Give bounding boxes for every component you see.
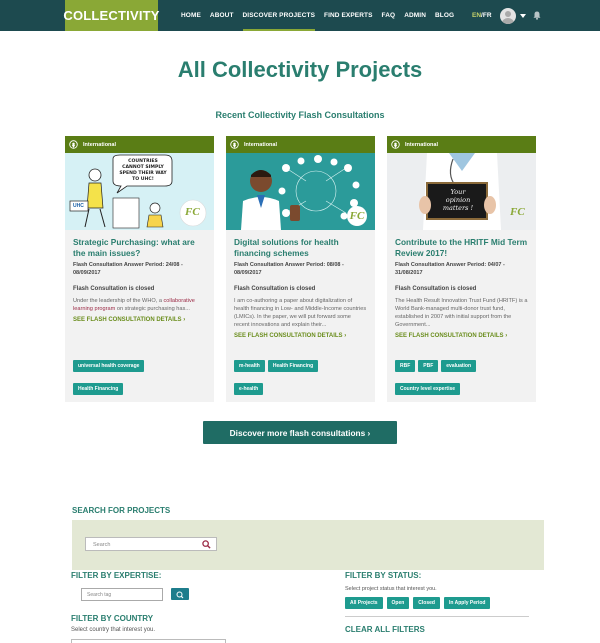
user-avatar[interactable] <box>500 8 516 24</box>
location-pin-icon <box>230 140 239 149</box>
tag-chip[interactable]: RBF <box>395 360 416 372</box>
card-title[interactable]: Strategic Purchasing: what are the main … <box>73 237 206 259</box>
status-filter-buttons: All Projects Open Closed In Apply Period <box>345 597 494 609</box>
location-pin-icon <box>69 140 78 149</box>
tag-search-button[interactable] <box>171 588 189 600</box>
card-status: Flash Consultation is closed <box>73 286 155 292</box>
card-title[interactable]: Contribute to the HRITF Mid Term Review … <box>395 237 528 259</box>
search-input[interactable]: Search <box>85 537 217 551</box>
card-title[interactable]: Digital solutions for health financing s… <box>234 237 367 259</box>
nav-admin[interactable]: ADMIN <box>404 0 426 31</box>
card-tags: m-health Health Financing e-health <box>234 354 369 400</box>
nav-faq[interactable]: FAQ <box>382 0 396 31</box>
status-all-projects-button[interactable]: All Projects <box>345 597 383 609</box>
language-switcher: EN/FR <box>472 12 492 19</box>
nav-blog[interactable]: BLOG <box>435 0 454 31</box>
card-region: International <box>83 141 117 148</box>
uhc-cartoon-image[interactable]: COUNTRIES CANNOT SIMPLY SPEND THEIR WAY … <box>65 153 214 230</box>
status-open-button[interactable]: Open <box>386 597 410 609</box>
status-hint: Select project status that interest you. <box>345 586 437 592</box>
page-title: All Collectivity Projects <box>177 57 423 82</box>
card-status: Flash Consultation is closed <box>395 286 477 292</box>
see-details-link[interactable]: SEE FLASH CONSULTATION DETAILS › <box>395 333 528 339</box>
fc-badge: FC <box>185 206 200 218</box>
nav-about[interactable]: ABOUT <box>210 0 234 31</box>
status-in-apply-period-button[interactable]: In Apply Period <box>443 597 491 609</box>
card-description: The Health Result Innovation Trust Fund … <box>395 298 528 328</box>
card-status: Flash Consultation is closed <box>234 286 316 292</box>
tag-chip[interactable]: Health Financing <box>73 383 124 395</box>
card-answer-period: Flash Consultation Answer Period: 24/08 … <box>73 262 183 276</box>
filter-country-title: FILTER BY COUNTRY <box>71 614 154 623</box>
divider <box>345 616 529 617</box>
country-select[interactable] <box>71 639 226 643</box>
flash-consultation-card[interactable]: International FC Digital solutions for h… <box>226 136 375 402</box>
card-region-header: International <box>65 136 214 153</box>
tag-chip[interactable]: Country level expertise <box>395 383 461 395</box>
top-navbar: COLLECTIVITY HOME ABOUT DISCOVER PROJECT… <box>0 0 600 31</box>
digital-doctor-image[interactable]: FC <box>226 153 375 230</box>
nav-discover-projects[interactable]: DISCOVER PROJECTS <box>242 0 316 31</box>
see-details-link[interactable]: SEE FLASH CONSULTATION DETAILS › <box>73 317 206 323</box>
see-details-link[interactable]: SEE FLASH CONSULTATION DETAILS › <box>234 333 367 339</box>
main-nav: HOME ABOUT DISCOVER PROJECTS FIND EXPERT… <box>181 0 463 31</box>
search-projects-title: SEARCH FOR PROJECTS <box>72 506 171 515</box>
card-answer-period: Flash Consultation Answer Period: 08/08 … <box>234 262 344 276</box>
card-answer-period: Flash Consultation Answer Period: 04/07 … <box>395 262 505 276</box>
fc-badge: FC <box>347 206 367 226</box>
card-region: International <box>405 141 439 148</box>
tag-chip[interactable]: PBF <box>418 360 439 372</box>
card-tags: universal health coverage Health Financi… <box>73 354 208 400</box>
flash-consultation-card[interactable]: International Your opinion matters ! FC … <box>387 136 536 402</box>
card-region: International <box>244 141 278 148</box>
flash-consultation-card[interactable]: International COUNTRIES CANNOT SIMPLY SP… <box>65 136 214 402</box>
search-icon[interactable] <box>202 540 211 549</box>
country-hint: Select country that interest you. <box>71 627 156 633</box>
tag-chip[interactable]: e-health <box>234 383 264 395</box>
nav-home[interactable]: HOME <box>181 0 201 31</box>
search-icon <box>176 591 184 599</box>
filter-expertise-title: FILTER BY EXPERTISE: <box>71 571 162 580</box>
doctor-sign-image[interactable]: Your opinion matters ! FC <box>387 153 536 230</box>
card-description: Under the leadership of the WHO, a colla… <box>73 298 195 312</box>
uhc-sign: UHC <box>73 203 84 209</box>
nav-find-experts[interactable]: FIND EXPERTS <box>324 0 373 31</box>
tag-search-input[interactable]: Search tag <box>81 588 163 601</box>
tag-chip[interactable]: evaluation <box>441 360 477 372</box>
card-region-header: International <box>226 136 375 153</box>
card-description: I am co-authoring a paper about digitali… <box>234 298 367 328</box>
notification-bell-icon[interactable] <box>533 11 541 20</box>
lang-en[interactable]: EN <box>472 12 481 19</box>
tag-chip[interactable]: universal health coverage <box>73 360 145 372</box>
cartoon-speech-bubble: COUNTRIES CANNOT SIMPLY SPEND THEIR WAY … <box>119 159 167 182</box>
lang-fr[interactable]: FR <box>483 12 492 19</box>
tag-chip[interactable]: m-health <box>234 360 265 372</box>
fc-badge: FC <box>510 206 525 218</box>
clear-all-filters-link[interactable]: CLEAR ALL FILTERS <box>345 625 425 634</box>
collectivity-logo[interactable]: COLLECTIVITY <box>63 0 159 31</box>
card-region-header: International <box>387 136 536 153</box>
status-closed-button[interactable]: Closed <box>413 597 440 609</box>
location-pin-icon <box>391 140 400 149</box>
discover-more-button[interactable]: Discover more flash consultations › <box>203 421 397 444</box>
filter-status-title: FILTER BY STATUS: <box>345 571 422 580</box>
search-panel: Search <box>72 520 544 570</box>
opinion-sign: Your opinion matters ! <box>442 188 474 212</box>
card-tags: RBF PBF evaluation Country level expertise <box>395 354 530 400</box>
section-subtitle: Recent Collectivity Flash Consultations <box>215 110 385 120</box>
user-menu-chevron-down-icon[interactable] <box>520 14 526 18</box>
tag-chip[interactable]: Health Financing <box>267 360 319 372</box>
